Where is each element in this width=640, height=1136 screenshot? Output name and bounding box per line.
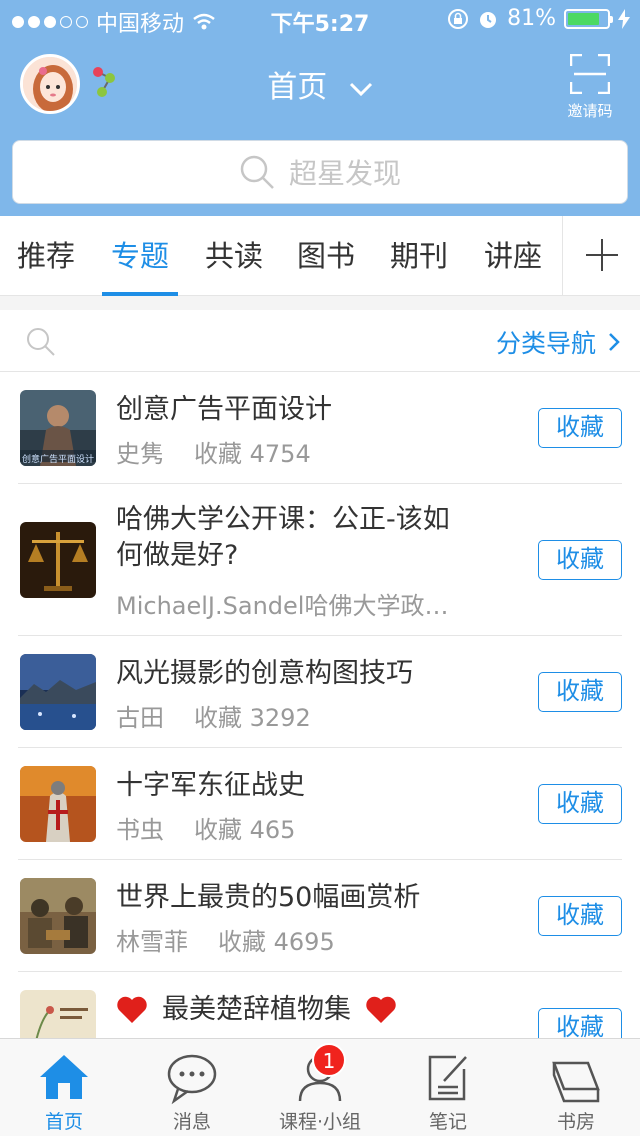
list-item[interactable]: 世界上最贵的50幅画赏析 林雪菲 收藏 4695 收藏 xyxy=(18,860,622,972)
collect-count: 3292 xyxy=(249,704,311,732)
charging-icon xyxy=(618,8,630,29)
tab-recommend[interactable]: 推荐 xyxy=(8,216,84,296)
category-tabs: 推荐 专题 共读 图书 期刊 讲座 xyxy=(0,216,640,296)
search-input[interactable]: 超星发现 xyxy=(12,140,628,204)
topic-list: 创意广告平面设计 创意广告平面设计 史隽 收藏 4754 收藏 哈佛大学公开课：公… xyxy=(0,372,640,1084)
home-title-dropdown[interactable]: 首页 xyxy=(0,62,640,106)
note-icon xyxy=(428,1055,467,1101)
favorite-button[interactable]: 收藏 xyxy=(538,784,622,824)
topic-meta: 书虫 收藏 465 xyxy=(116,810,295,845)
category-nav-label: 分类导航 xyxy=(495,329,596,358)
search-placeholder: 超星发现 xyxy=(288,157,401,190)
rotation-lock-icon xyxy=(448,8,469,29)
tab-topics[interactable]: 专题 xyxy=(102,216,178,296)
app-header: 中国移动 下午5:27 81% 首页 邀请码 超星发现 xyxy=(0,0,640,216)
thumbnail-caption: 创意广告平面设计 xyxy=(22,455,95,465)
topic-title: 最美楚辞植物集 xyxy=(162,994,351,1025)
bottom-tab-label: 首页 xyxy=(44,1111,83,1133)
page-title: 首页 xyxy=(267,70,328,105)
topic-subtitle: MichaelJ.Sandel哈佛大学政… xyxy=(116,592,449,620)
add-tab-plus-icon[interactable] xyxy=(562,216,640,296)
chevron-right-icon xyxy=(609,333,620,351)
bottom-tab-courses[interactable]: 1 课程·小组 xyxy=(256,1039,384,1136)
topic-meta: 史隽 收藏 4754 xyxy=(116,434,311,469)
topic-meta: 林雪菲 收藏 4695 xyxy=(116,922,335,957)
topic-author: 史隽 xyxy=(116,440,164,468)
bottom-tab-home[interactable]: 首页 xyxy=(0,1039,128,1136)
collect-count: 465 xyxy=(249,816,296,844)
list-item[interactable]: 十字军东征战史 书虫 收藏 465 收藏 xyxy=(18,748,622,860)
bottom-tab-label: 课程·小组 xyxy=(278,1111,362,1133)
collect-label: 收藏 xyxy=(194,816,242,844)
list-item[interactable]: 哈佛大学公开课：公正-该如何做是好? MichaelJ.Sandel哈佛大学政…… xyxy=(18,484,622,636)
battery-percent: 81% xyxy=(507,6,556,31)
chevron-down-icon xyxy=(349,82,372,96)
topic-title: 创意广告平面设计 xyxy=(116,394,332,425)
category-nav-link[interactable]: 分类导航 xyxy=(496,324,620,360)
topic-meta: 古田 收藏 3292 xyxy=(116,698,311,733)
list-item[interactable]: 风光摄影的创意构图技巧 古田 收藏 3292 收藏 xyxy=(18,636,622,748)
notification-badge: 1 xyxy=(312,1043,346,1077)
topic-author: 林雪菲 xyxy=(116,928,188,956)
tab-books[interactable]: 图书 xyxy=(288,216,364,296)
topic-thumbnail xyxy=(20,654,96,730)
topic-title: 十字军东征战史 xyxy=(116,770,305,801)
collect-count: 4695 xyxy=(273,928,335,956)
topic-thumbnail: 创意广告平面设计 xyxy=(20,390,96,466)
tab-lectures[interactable]: 讲座 xyxy=(475,216,551,296)
invite-code-button[interactable]: 邀请码 xyxy=(564,54,616,121)
favorite-button[interactable]: 收藏 xyxy=(538,896,622,936)
invite-label: 邀请码 xyxy=(567,102,613,120)
topic-title: 世界上最贵的50幅画赏析 xyxy=(116,882,421,913)
bottom-tab-label: 书房 xyxy=(556,1111,595,1133)
topic-title: 风光摄影的创意构图技巧 xyxy=(116,658,413,689)
alarm-icon xyxy=(480,11,497,28)
home-icon xyxy=(40,1055,88,1099)
favorite-button[interactable]: 收藏 xyxy=(538,540,622,580)
search-icon xyxy=(240,155,274,189)
bookshelf-icon xyxy=(552,1061,600,1103)
heart-icon xyxy=(366,996,396,1023)
bottom-tab-messages[interactable]: 消息 xyxy=(128,1039,256,1136)
collect-label: 收藏 xyxy=(194,440,242,468)
message-icon xyxy=(167,1054,217,1105)
collect-label: 收藏 xyxy=(218,928,266,956)
search-icon[interactable] xyxy=(26,327,56,357)
bottom-tab-label: 笔记 xyxy=(428,1111,467,1133)
list-item[interactable]: 创意广告平面设计 创意广告平面设计 史隽 收藏 4754 收藏 xyxy=(18,372,622,484)
favorite-button[interactable]: 收藏 xyxy=(538,408,622,448)
topic-author: 古田 xyxy=(116,704,164,732)
status-bar: 中国移动 下午5:27 81% xyxy=(0,0,640,40)
topic-thumbnail xyxy=(20,878,96,954)
topic-title-row: 最美楚辞植物集 xyxy=(116,992,436,1028)
battery-icon xyxy=(564,8,613,29)
topic-author: 书虫 xyxy=(116,816,164,844)
tab-journals[interactable]: 期刊 xyxy=(381,216,457,296)
collect-label: 收藏 xyxy=(194,704,242,732)
topic-thumbnail xyxy=(20,766,96,842)
bottom-tab-notes[interactable]: 笔记 xyxy=(384,1039,512,1136)
favorite-button[interactable]: 收藏 xyxy=(538,672,622,712)
bottom-tab-bookroom[interactable]: 书房 xyxy=(512,1039,640,1136)
bottom-tab-label: 消息 xyxy=(172,1111,211,1133)
topic-thumbnail xyxy=(20,522,96,598)
scan-frame-icon xyxy=(570,54,610,94)
tab-coread[interactable]: 共读 xyxy=(196,216,272,296)
heart-icon xyxy=(117,996,147,1023)
divider xyxy=(0,296,640,310)
filter-bar: 分类导航 xyxy=(0,310,640,372)
topic-title: 哈佛大学公开课：公正-该如何做是好? xyxy=(116,504,450,571)
bottom-tab-bar: 首页 消息 1 课程·小组 笔记 书房 xyxy=(0,1038,640,1136)
collect-count: 4754 xyxy=(249,440,311,468)
